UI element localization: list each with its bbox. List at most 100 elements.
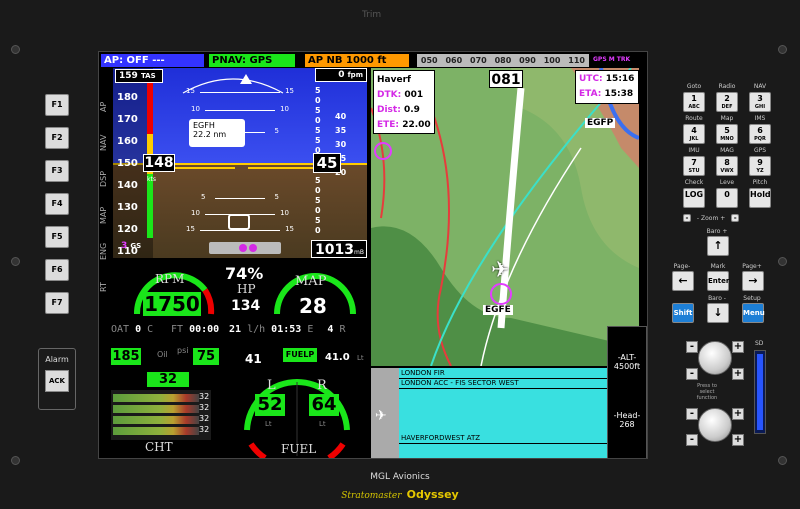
cht-max-value: 32 [147, 372, 189, 387]
page-next-button[interactable]: → [742, 271, 764, 291]
altitude-tick: 0 [315, 116, 321, 125]
fuel-left-unit: Lt [265, 420, 272, 428]
altitude-tick: 0 [315, 226, 321, 235]
cht-value: 32 [199, 414, 210, 423]
knob1-plus-b[interactable]: + [732, 368, 744, 380]
tab-rt[interactable]: RT [99, 272, 113, 302]
knob1-minus[interactable]: - [686, 341, 698, 353]
eta-value: 15:38 [604, 89, 634, 99]
shift-button[interactable]: Shift [672, 303, 694, 323]
lower-rotary-knob[interactable] [698, 408, 732, 442]
tab-ap[interactable]: AP [99, 92, 113, 122]
pitch-label: 15 [186, 225, 195, 233]
fuel-unit: Lt [357, 354, 364, 362]
upper-rotary-knob[interactable] [698, 341, 732, 375]
fuel-r-top: 41.0 [325, 352, 350, 363]
ack-button[interactable]: ACK [45, 370, 69, 392]
zoom-out-button[interactable]: - [683, 214, 691, 222]
waypoint-dist: 22.2 nm [193, 130, 227, 139]
airspace-row[interactable]: LONDON ACC - FIS SECTOR WEST [399, 379, 607, 389]
enter-button[interactable]: Enter [707, 271, 729, 291]
hp-value: 134 [231, 298, 261, 314]
fkey-f5-button[interactable]: F5 [45, 226, 69, 248]
keypad-hold-button[interactable]: Hold [749, 188, 771, 208]
fkey-f1-button[interactable]: F1 [45, 94, 69, 116]
key-label: 6 [757, 126, 763, 135]
ft-label: FT [171, 324, 184, 335]
airspace-row[interactable]: HAVERFORDWEST ATZ [399, 434, 607, 444]
fkey-f4-button[interactable]: F4 [45, 193, 69, 215]
baro-down-button[interactable]: ↓ [707, 303, 729, 323]
keypad-label: Check [684, 179, 704, 186]
screw [11, 45, 20, 54]
tab-eng[interactable]: ENG [99, 236, 113, 266]
oil-label: Oil [157, 350, 168, 359]
fkey-f7-button[interactable]: F7 [45, 292, 69, 314]
altitude-tick: 5 [315, 136, 321, 145]
compass-tick: 080 [494, 56, 512, 65]
page-prev-button[interactable]: ← [672, 271, 694, 291]
roll-scale [182, 78, 284, 94]
cht-bars [111, 390, 211, 440]
egfp-label: EGFP [585, 118, 616, 128]
keypad-1-button[interactable]: 1 ABC [683, 92, 705, 112]
airspace-row[interactable]: LONDON FIR [399, 369, 607, 379]
aircraft-icon: ✈ [491, 258, 510, 283]
keypad-6-button[interactable]: 6 PQR [749, 124, 771, 144]
knob2-plus-b[interactable]: + [732, 434, 744, 446]
rpm-label: RPM [155, 272, 185, 286]
tab-nav[interactable]: NAV [99, 128, 113, 158]
dist-label: Dist: [377, 105, 401, 115]
tas-box: 159 TAS [115, 69, 163, 83]
ap-nb-status[interactable]: AP NB 1000 ft AGL [305, 54, 409, 79]
page-minus-label: Page- [673, 263, 691, 270]
keypad-log-button[interactable]: LOG [683, 188, 705, 208]
menu-button[interactable]: Menu [742, 303, 765, 323]
baro-box[interactable]: 1013mB [311, 240, 367, 258]
keypad-0-button[interactable]: 0 [716, 188, 738, 208]
tab-map[interactable]: MAP [99, 200, 113, 230]
key-label: 9 [757, 158, 763, 167]
knob2-minus-b[interactable]: - [686, 434, 698, 446]
cht-bar [113, 405, 199, 413]
airspace-side: ✈ [371, 368, 399, 458]
gs-box: 3 GS [121, 241, 141, 251]
keypad-9-button[interactable]: 9 YZ [749, 156, 771, 176]
vsi-tick: 30 [335, 140, 347, 149]
cht-bar [113, 394, 199, 402]
compass-tape: 050 060 070 080 090 100 110 [417, 54, 589, 67]
knob2-minus[interactable]: - [686, 408, 698, 420]
keypad-8-button[interactable]: 8 VWX [716, 156, 738, 176]
key-sub: PQR [754, 136, 766, 142]
screw [11, 257, 20, 266]
sd-card-slot[interactable] [754, 350, 766, 434]
fkey-f2-button[interactable]: F2 [45, 127, 69, 149]
moving-map[interactable]: Haverf DTK: 001 Dist: 0.9 ETE: 22.00 081… [371, 68, 639, 366]
keypad-7-button[interactable]: 7 STU [683, 156, 705, 176]
fuel-flow-row: 21 l/h 01:53 E 4 R [229, 324, 345, 335]
autopilot-status[interactable]: AP: OFF --- [101, 54, 204, 67]
keypad-5-button[interactable]: 5 MNO [716, 124, 738, 144]
knob2-plus[interactable]: + [732, 408, 744, 420]
knob1-minus-b[interactable]: - [686, 368, 698, 380]
altitude-readout: 45 [313, 153, 341, 173]
alarm-panel: Alarm ACK [38, 348, 76, 410]
keypad-2-button[interactable]: 2 DEF [716, 92, 738, 112]
cht-value: 32 [199, 403, 210, 412]
fkey-f6-button[interactable]: F6 [45, 259, 69, 281]
zoom-in-button[interactable]: - [731, 214, 740, 222]
baro-up-button[interactable]: ↑ [707, 236, 729, 256]
ft-value: 00:00 [189, 324, 220, 335]
pitch-label: 15 [285, 225, 294, 233]
page-plus-label: Page+ [742, 263, 762, 270]
keypad-3-button[interactable]: 3 GHI [749, 92, 771, 112]
knob1-plus[interactable]: + [732, 341, 744, 353]
tab-dsp[interactable]: DSP [99, 164, 113, 194]
airspace-list: LONDON FIR LONDON ACC - FIS SECTOR WEST HA… [399, 368, 607, 458]
pnav-status[interactable]: PNAV: GPS [209, 54, 295, 67]
ete-value: 22.00 [402, 120, 431, 130]
fuel-right-unit: Lt [319, 420, 326, 428]
keypad-4-button[interactable]: 4 JKL [683, 124, 705, 144]
aircraft-symbol-left [165, 167, 235, 169]
fkey-f3-button[interactable]: F3 [45, 160, 69, 182]
